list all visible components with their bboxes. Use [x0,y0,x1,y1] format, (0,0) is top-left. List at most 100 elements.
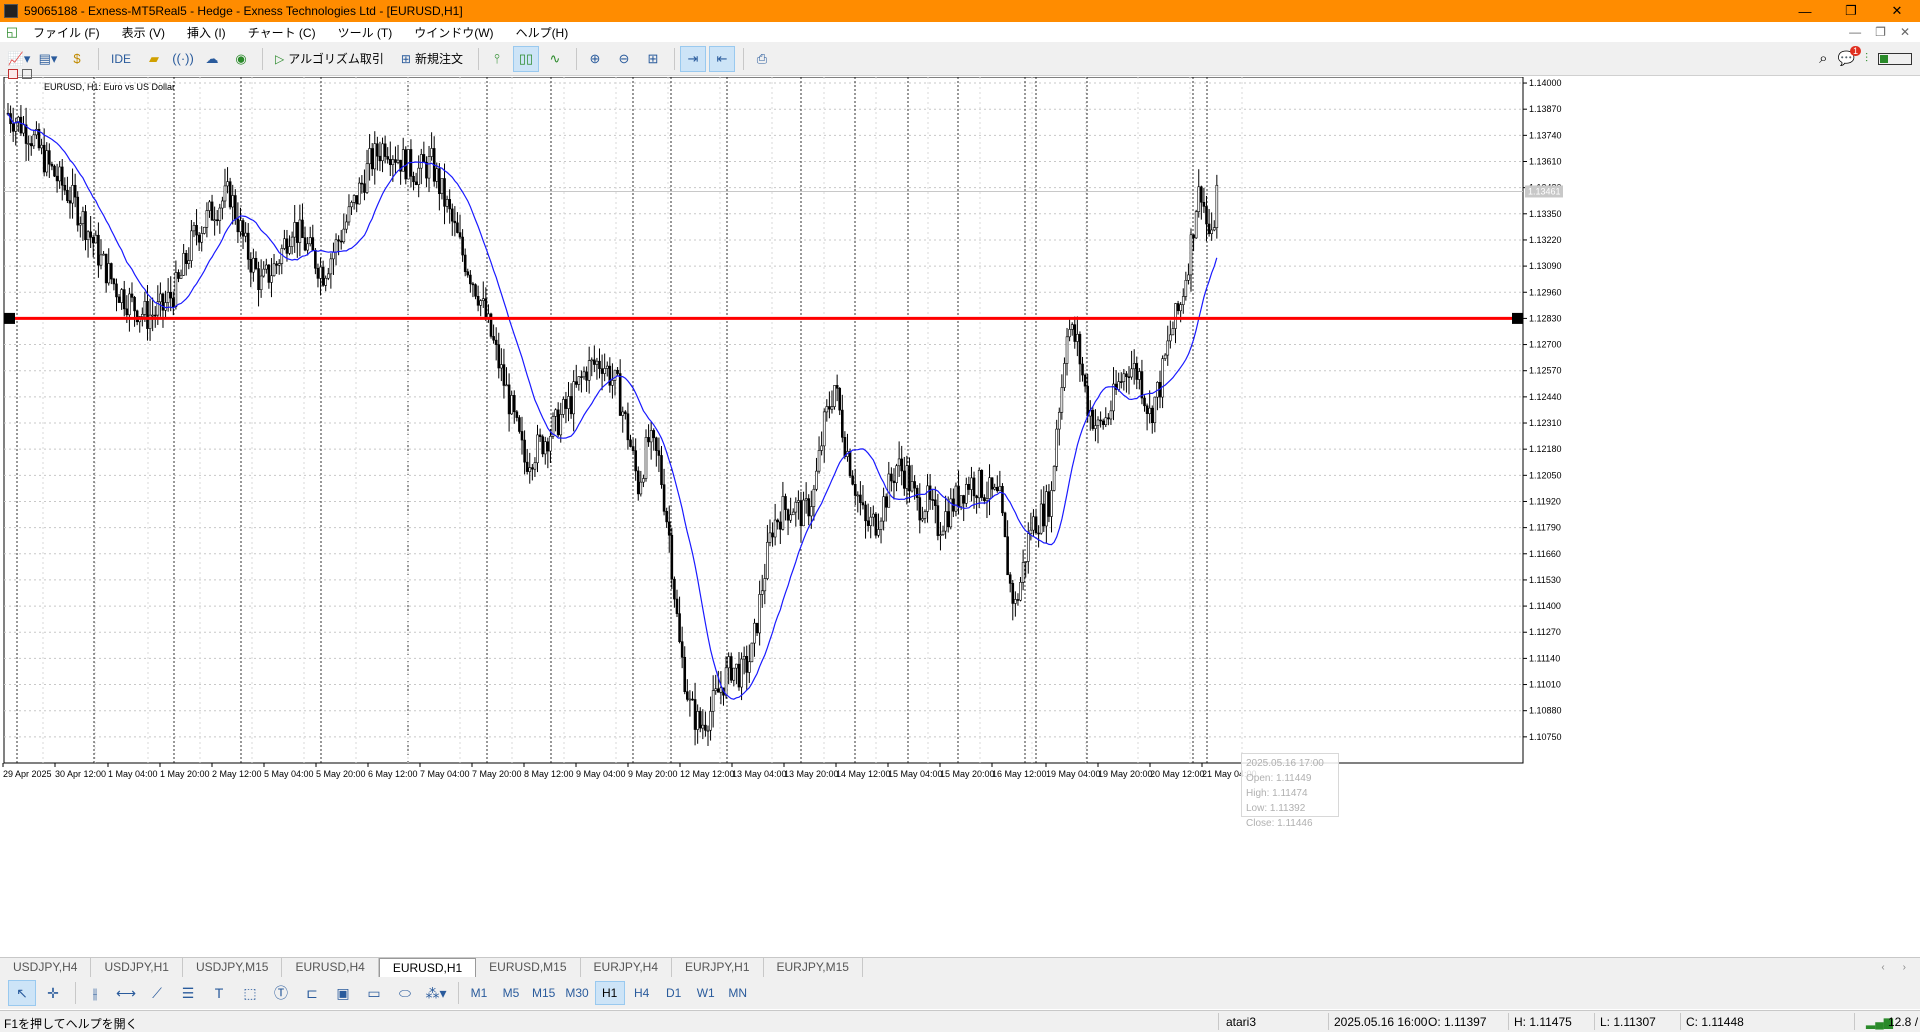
tab-scroll-right-icon[interactable]: › [1903,962,1906,973]
text-label-icon[interactable]: Ⓣ [267,980,295,1006]
new-order-button[interactable]: ⊞ 新規注文 [394,46,470,72]
horizontal-line-icon[interactable]: ⟷ [112,980,140,1006]
chart-window[interactable]: 1.140001.138701.137401.136101.134801.133… [0,69,1920,957]
more-shapes-icon[interactable]: ⁂▾ [422,980,450,1006]
indicator-icon[interactable]: ▣ [329,980,357,1006]
candle-bull [1130,368,1133,378]
menu-chart[interactable]: チャート (C) [237,24,327,41]
line-chart-icon[interactable]: ∿ [542,46,568,72]
price-chart[interactable]: 1.140001.138701.137401.136101.134801.133… [0,77,1920,957]
candle-bull [22,124,25,134]
screenshot-icon[interactable]: ⎙ [749,46,775,72]
bar-chart-icon[interactable]: ⫯ [484,46,510,72]
candle-bear [1042,503,1046,527]
tab-scroll-left-icon[interactable]: ‹ [1881,962,1884,973]
candle-bull [753,622,756,644]
tab-eurjpy-m15[interactable]: EURJPY,M15 [764,958,863,977]
candle-bull [959,495,963,507]
cursor-icon[interactable]: ↖ [8,980,36,1006]
menu-window[interactable]: ウインドウ(W) [403,24,504,41]
candle-bull [528,467,532,472]
hline-left-handle[interactable] [4,312,15,324]
candle-bear [665,510,668,523]
candle-bull [621,411,625,416]
candle-bear [169,291,173,299]
tab-usdjpy-h1[interactable]: USDJPY,H1 [91,958,183,977]
text-icon[interactable]: T [205,980,233,1006]
menu-file[interactable]: ファイル (F) [22,24,111,41]
chart-type-icon[interactable]: 📈▾ [6,46,32,72]
crosshair-icon[interactable]: ✛ [39,980,67,1006]
grid-icon[interactable]: ⊞ [640,46,666,72]
notifications-icon[interactable]: 💬 1 [1838,46,1861,67]
candle-chart-icon[interactable]: ▯▯ [512,45,539,72]
channel-icon[interactable]: ☰ [174,980,202,1006]
chart-close-button[interactable]: ✕ [1900,25,1910,39]
timeframe-m30[interactable]: M30 [561,981,592,1005]
tab-usdjpy-h4[interactable]: USDJPY,H4 [0,958,92,977]
toolbar-right: ⌕ 💬 1 ⫶ [1819,46,1920,67]
chart-tabs: USDJPY,H4 USDJPY,H1 USDJPY,M15 EURUSD,H4… [0,957,1920,977]
algo-trading-button[interactable]: ▷ アルゴリズム取引 [268,46,391,72]
candle-bull [1153,396,1157,424]
template-icon[interactable]: ▤▾ [35,46,61,72]
ok-icon[interactable]: ▭ [360,980,388,1006]
trendline-icon[interactable]: ⟋ [143,980,171,1006]
menu-help[interactable]: ヘルプ(H) [505,24,580,41]
tab-eurusd-h4[interactable]: EURUSD,H4 [282,958,379,977]
quotes-icon[interactable]: $ [64,46,90,72]
status-close: C: 1.11448 [1686,1015,1744,1029]
signal-icon[interactable]: ((·)) [170,46,196,72]
candle-bear [799,500,803,527]
zoom-in-icon[interactable]: ⊕ [582,46,608,72]
timeframe-d1[interactable]: D1 [659,981,689,1005]
timeframe-mn[interactable]: MN [723,981,753,1005]
menu-insert[interactable]: 挿入 (I) [176,24,237,41]
fibonacci-icon[interactable]: ⊏ [298,980,326,1006]
autoscroll-icon[interactable]: ⇥ [679,45,706,72]
candle-bear [843,437,847,457]
candle-bull [696,711,699,730]
menu-view[interactable]: 表示 (V) [111,24,176,41]
shapes-icon[interactable]: ⬭ [391,980,419,1006]
timeframe-m15[interactable]: M15 [528,981,559,1005]
timeframe-m5[interactable]: M5 [496,981,526,1005]
candle-bear [249,259,253,273]
timeframe-w1[interactable]: W1 [691,981,721,1005]
candle-bear [755,622,759,634]
tab-eurjpy-h4[interactable]: EURJPY,H4 [581,958,673,977]
vps-icon[interactable]: ◉ [228,46,254,72]
tab-usdjpy-m15[interactable]: USDJPY,M15 [183,958,283,977]
timeframe-m1[interactable]: M1 [464,981,494,1005]
candle-bull [99,254,103,266]
portfolio-icon[interactable]: ▰ [141,46,167,72]
timeframe-h1[interactable]: H1 [594,981,625,1005]
candle-bear [771,532,774,538]
search-icon[interactable]: ⌕ [1819,50,1827,67]
candle-bull [86,231,90,241]
timeframe-h4[interactable]: H4 [627,981,657,1005]
candle-bull [688,698,692,701]
hline-right-handle[interactable] [1512,312,1523,324]
vertical-line-icon[interactable]: ⫲ [81,980,109,1006]
menu-tools[interactable]: ツール (T) [327,24,404,41]
menu-app-icon[interactable]: ◱ [4,24,20,40]
candle-bear [776,519,780,523]
zoom-out-icon[interactable]: ⊖ [611,46,637,72]
candle-bear [841,409,844,438]
minimize-button[interactable]: — [1782,0,1828,22]
maximize-button[interactable]: ❐ [1828,0,1874,22]
cloud-icon[interactable]: ☁ [199,46,225,72]
candle-bear [902,470,906,489]
close-button[interactable]: ✕ [1874,0,1920,22]
tab-eurusd-h1[interactable]: EURUSD,H1 [378,958,477,977]
candle-bear [680,641,684,658]
chart-restore-button[interactable]: ❐ [1875,25,1886,39]
rectangle-icon[interactable]: ⬚ [236,980,264,1006]
tab-eurusd-m15[interactable]: EURUSD,M15 [476,958,581,977]
ide-button[interactable]: IDE [104,46,138,72]
tab-eurjpy-h1[interactable]: EURJPY,H1 [672,958,764,977]
chart-shift-icon[interactable]: ⇤ [708,45,735,72]
candle-bull [993,486,996,490]
chart-minimize-button[interactable]: — [1849,25,1861,39]
